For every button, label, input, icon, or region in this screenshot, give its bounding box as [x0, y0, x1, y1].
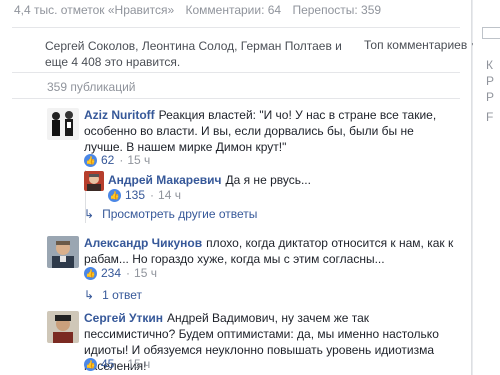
divider — [12, 72, 460, 73]
likes-count-link[interactable]: 4,4 тыс. отметок «Нравится» — [14, 3, 174, 17]
avatar[interactable] — [47, 108, 79, 140]
post-card: 4,4 тыс. отметок «Нравится» Комментарии:… — [0, 0, 478, 375]
right-column: К Р Р F — [473, 0, 500, 375]
publications-count-link[interactable]: 359 публикаций — [47, 80, 136, 94]
reply-body: Андрей Макаревич Да я не рвусь... — [108, 172, 448, 188]
shares-count-link[interactable]: Перепосты: 359 — [292, 3, 381, 17]
comment-like-count[interactable]: 234 — [101, 266, 121, 280]
comment-time-link[interactable]: 15 ч — [127, 357, 150, 371]
comment-author-link[interactable]: Сергей Уткин — [84, 311, 163, 325]
comment-meta: 👍 45 · 15 ч — [84, 357, 151, 371]
comment-time-link[interactable]: 15 ч — [127, 153, 150, 167]
comment-time-link[interactable]: 15 ч — [134, 266, 157, 280]
thumbs-up-icon: 👍 — [84, 357, 97, 371]
reply-author-link[interactable]: Андрей Макаревич — [108, 173, 221, 187]
comment-like-count[interactable]: 45 — [101, 357, 114, 371]
comment-body: Александр Чикунов плохо, когда диктатор о… — [84, 235, 454, 267]
comment-author-link[interactable]: Aziz Nuritoff — [84, 108, 155, 122]
thumbs-up-icon: 👍 — [84, 266, 97, 280]
likes-summary[interactable]: Сергей Соколов, Леонтина Солод, Герман П… — [45, 38, 345, 70]
divider — [12, 27, 460, 28]
right-column-letter: К — [486, 58, 493, 72]
post-stats: 4,4 тыс. отметок «Нравится» Комментарии:… — [14, 3, 389, 17]
divider — [12, 98, 460, 99]
avatar[interactable] — [47, 236, 79, 268]
right-column-letter: F — [486, 110, 494, 124]
top-comments-dropdown[interactable]: Топ комментариев▼ — [364, 38, 478, 52]
right-column-letter: Р — [486, 90, 495, 104]
comment-author-link[interactable]: Александр Чикунов — [84, 236, 202, 250]
reply-arrow-icon: ↳ — [84, 207, 95, 221]
comments-count-link[interactable]: Комментарии: 64 — [186, 3, 282, 17]
comment-meta: 👍 62 · 15 ч — [84, 153, 151, 167]
view-more-replies-label: Просмотреть другие ответы — [102, 207, 258, 221]
reply-text: Да я не рвусь... — [225, 173, 311, 187]
comment-body: Aziz Nuritoff Реакция властей: "И чо! У н… — [84, 107, 454, 155]
view-more-replies-link[interactable]: ↳ Просмотреть другие ответы — [84, 207, 257, 221]
comment-like-count[interactable]: 62 — [101, 153, 114, 167]
thumbs-up-icon: 👍 — [108, 188, 121, 202]
top-comments-label: Топ комментариев — [364, 38, 468, 52]
avatar[interactable] — [47, 311, 79, 343]
replies-count-label: 1 ответ — [102, 288, 142, 302]
reply-like-count[interactable]: 135 — [125, 188, 145, 202]
reply-time-link[interactable]: 14 ч — [158, 188, 181, 202]
reply-arrow-icon: ↳ — [84, 288, 95, 302]
comment-meta: 👍 234 · 15 ч — [84, 266, 157, 280]
replies-link[interactable]: ↳ 1 ответ — [84, 288, 142, 302]
reply-meta: 👍 135 · 14 ч — [108, 188, 181, 202]
right-column-box — [482, 27, 500, 39]
avatar[interactable] — [84, 171, 104, 191]
right-column-letter: Р — [486, 74, 495, 88]
thumbs-up-icon: 👍 — [84, 153, 97, 167]
